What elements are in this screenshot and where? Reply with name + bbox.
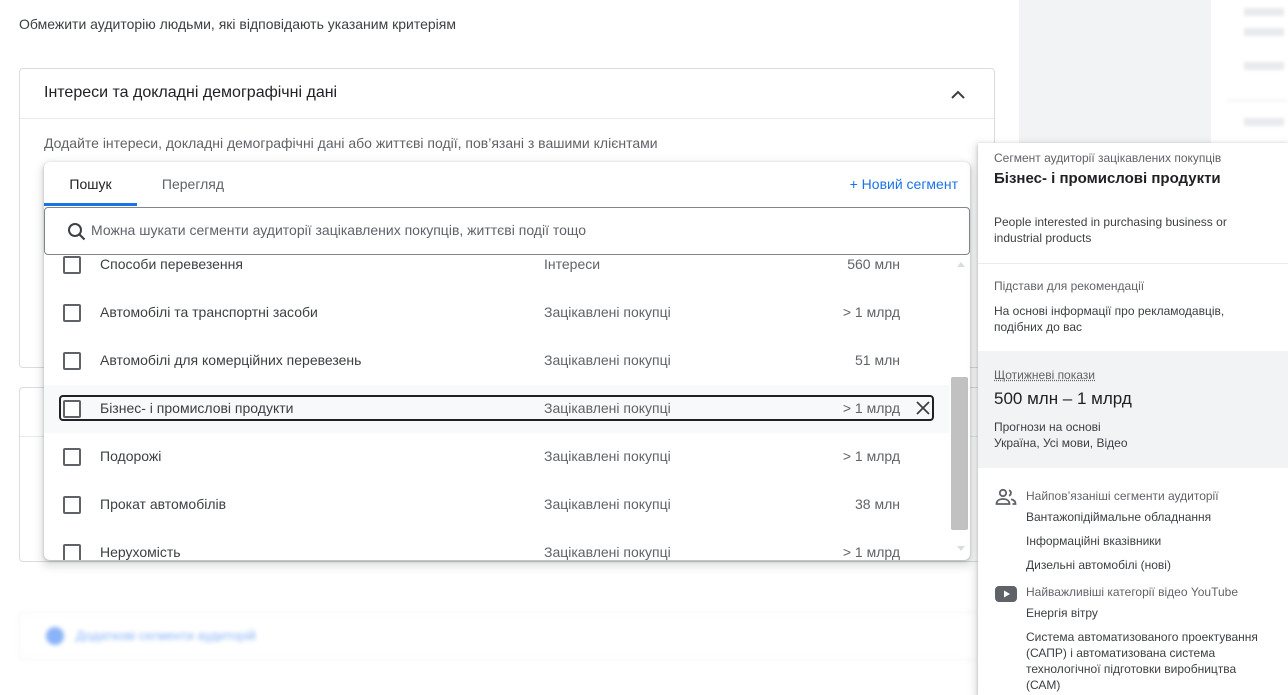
- list-item[interactable]: Автомобілі та транспортні засоби Зацікав…: [44, 289, 950, 337]
- segment-category: Сегмент аудиторії зацікавлених покупців: [994, 151, 1222, 165]
- checkbox[interactable]: [63, 304, 81, 322]
- segment-type: Зацікавлені покупці: [544, 304, 671, 320]
- people-icon: [995, 488, 1017, 505]
- divider: [978, 263, 1288, 264]
- segment-detail-panel: Сегмент аудиторії зацікавлених покупців …: [978, 143, 1288, 695]
- segment-size: 38 млн: [855, 496, 900, 512]
- segment-type: Зацікавлені покупці: [544, 400, 671, 416]
- audience-description: Обмежити аудиторію людьми, які відповіда…: [19, 16, 456, 32]
- list-item[interactable]: Способи перевезення Інтереси 560 млн: [44, 255, 950, 289]
- youtube-category: Енергія вітру: [1026, 606, 1098, 620]
- youtube-icon: [995, 586, 1017, 602]
- impressions-heading[interactable]: Щотижневі покази: [994, 368, 1095, 382]
- segment-title: Бізнес- і промислові продукти: [994, 170, 1221, 187]
- related-segment: Дизельні автомобілі (нові): [1026, 558, 1171, 572]
- related-segment: Вантажопідіймальне обладнання: [1026, 510, 1212, 524]
- additional-segments-row[interactable]: Додаткові сегменти аудиторій: [19, 612, 995, 660]
- scroll-down-arrow-icon[interactable]: [957, 546, 965, 551]
- checkbox[interactable]: [63, 352, 81, 370]
- segment-name: Автомобілі та транспортні засоби: [100, 304, 318, 320]
- segment-type: Зацікавлені покупці: [544, 496, 671, 512]
- segment-size: 51 млн: [855, 352, 900, 368]
- active-tab-indicator: [44, 203, 137, 206]
- close-icon[interactable]: [914, 399, 932, 417]
- related-segments-heading: Найпов’язаніші сегменти аудиторії: [1026, 489, 1219, 503]
- segment-name: Бізнес- і промислові продукти: [100, 400, 294, 416]
- segment-list: Способи перевезення Інтереси 560 млн Авт…: [44, 255, 970, 560]
- search-placeholder: Можна шукати сегменти аудиторії зацікавл…: [91, 222, 587, 238]
- segment-name: Способи перевезення: [100, 256, 243, 272]
- forecast-heading: Прогнози на основі: [994, 420, 1101, 434]
- new-segment-button[interactable]: + Новий сегмент: [850, 176, 958, 192]
- list-item[interactable]: Подорожі Зацікавлені покупці > 1 млрд: [44, 433, 950, 481]
- segment-type: Зацікавлені покупці: [544, 544, 671, 560]
- segment-size: > 1 млрд: [842, 304, 900, 320]
- segment-name: Автомобілі для комерційних перевезень: [100, 352, 362, 368]
- additional-segments-link[interactable]: Додаткові сегменти аудиторій: [76, 628, 256, 643]
- card-hint: Додайте інтереси, докладні демографічні …: [44, 135, 658, 151]
- list-item[interactable]: Прокат автомобілів Зацікавлені покупці 3…: [44, 481, 950, 529]
- segment-size: > 1 млрд: [842, 544, 900, 560]
- segment-size: > 1 млрд: [842, 400, 900, 416]
- segment-type: Зацікавлені покупці: [544, 448, 671, 464]
- youtube-category: Система автоматизованого проектування (С…: [1026, 630, 1258, 692]
- search-icon: [68, 223, 86, 241]
- segment-type: Зацікавлені покупці: [544, 352, 671, 368]
- chevron-up-icon[interactable]: [946, 83, 970, 107]
- segment-type: Інтереси: [544, 256, 601, 272]
- scrollbar-thumb[interactable]: [951, 377, 968, 530]
- youtube-categories-heading: Найважливіші категорії відео YouTube: [1026, 585, 1238, 599]
- segment-name: Нерухомість: [100, 544, 181, 560]
- segment-name: Прокат автомобілів: [100, 496, 227, 512]
- reason-heading: Підстави для рекомендації: [994, 279, 1145, 293]
- list-item-focused[interactable]: Бізнес- і промислові продукти Зацікавлен…: [44, 385, 950, 433]
- search-input[interactable]: Можна шукати сегменти аудиторії зацікавл…: [44, 207, 970, 255]
- interests-card-header[interactable]: Інтереси та докладні демографічні дані: [20, 69, 994, 119]
- tab-browse[interactable]: Перегляд: [137, 162, 249, 207]
- segment-name: Подорожі: [100, 448, 162, 464]
- segment-description: People interested in purchasing business…: [994, 215, 1227, 245]
- checkbox[interactable]: [63, 256, 81, 274]
- list-item[interactable]: Нерухомість Зацікавлені покупці > 1 млрд: [44, 529, 950, 560]
- impressions-value: 500 млн – 1 млрд: [994, 389, 1132, 408]
- checkbox[interactable]: [63, 496, 81, 514]
- tab-search[interactable]: Пошук: [44, 162, 137, 207]
- checkbox[interactable]: [63, 448, 81, 466]
- segment-size: > 1 млрд: [842, 448, 900, 464]
- card-title: Інтереси та докладні демографічні дані: [44, 84, 338, 101]
- checkbox[interactable]: [63, 400, 81, 418]
- reason-text: На основі інформації про рекламодавців, …: [994, 304, 1225, 334]
- list-item[interactable]: Автомобілі для комерційних перевезень За…: [44, 337, 950, 385]
- checkbox[interactable]: [63, 544, 81, 560]
- scroll-up-arrow-icon[interactable]: [957, 262, 965, 267]
- segment-size: 560 млн: [847, 256, 900, 272]
- forecast-value: Україна, Усі мови, Відео: [994, 436, 1128, 450]
- add-icon: [46, 627, 64, 645]
- segment-picker-panel: Пошук Перегляд + Новий сегмент Можна шук…: [44, 162, 970, 560]
- related-segment: Інформаційні вказівники: [1026, 534, 1162, 548]
